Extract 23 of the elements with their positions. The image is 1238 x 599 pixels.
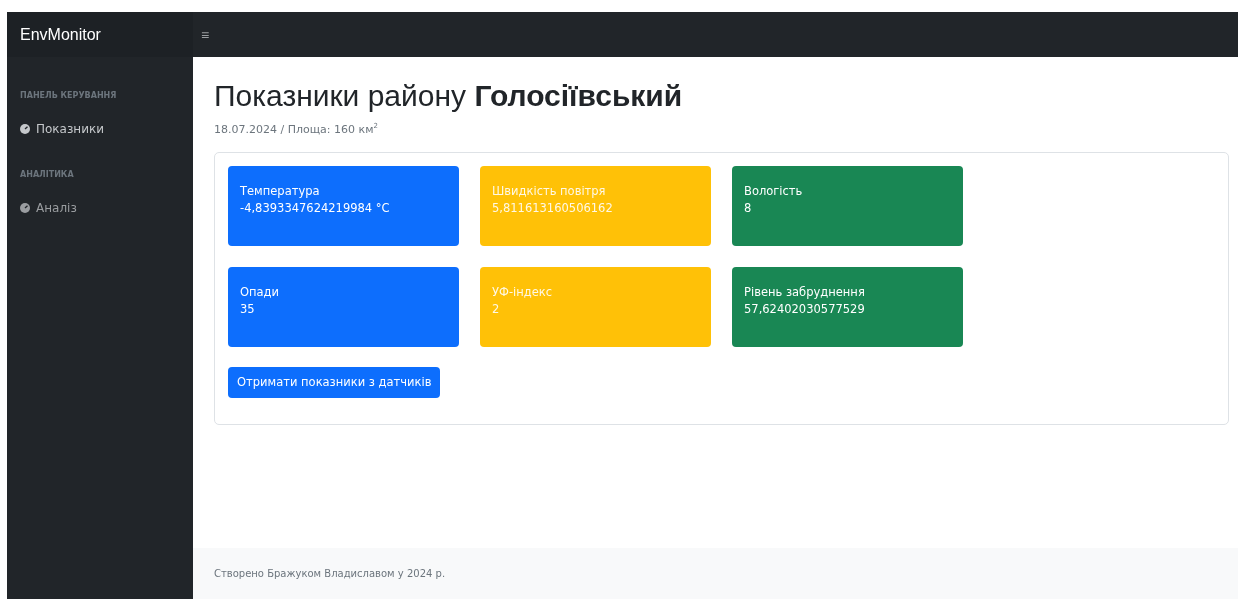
metric-value: 2 — [492, 300, 500, 318]
metric-label: Рівень забруднення — [744, 283, 865, 301]
sidebar-item[interactable]: Аналіз — [20, 201, 77, 215]
metric-label: Температура — [240, 182, 320, 200]
fetch-button[interactable]: Отримати показники з датчиків — [228, 366, 441, 398]
metric-label: УФ-індекс — [492, 283, 553, 301]
gauge-icon — [20, 203, 30, 213]
metric-value: 8 — [744, 199, 752, 217]
section-heading: ПАНЕЛЬ КЕРУВАННЯ — [20, 91, 117, 100]
section-heading: АНАЛІТИКА — [20, 170, 74, 179]
metric-label: Вологість — [744, 182, 803, 200]
footer-text: Створено Бражуком Владиславом у 2024 р. — [214, 568, 446, 579]
metric-label: Швидкість повітря — [492, 182, 606, 200]
metric-value: 5,811613160506162 — [492, 199, 613, 217]
metric-value: -4,8393347624219984 °C — [240, 199, 390, 217]
metric-label: Опади — [240, 283, 280, 301]
metric-value: 57,62402030577529 — [744, 300, 865, 318]
metric-value: 35 — [240, 300, 255, 318]
sidebar-item[interactable]: Показники — [20, 122, 105, 136]
gauge-icon — [20, 124, 30, 134]
page-title: Показники району Голосіївський — [214, 79, 684, 113]
page-subtitle: 18.07.2024 / Площа: 160 км$^{2}$ — [214, 122, 378, 136]
brand-logo[interactable]: EnvMonitor — [7, 12, 193, 57]
